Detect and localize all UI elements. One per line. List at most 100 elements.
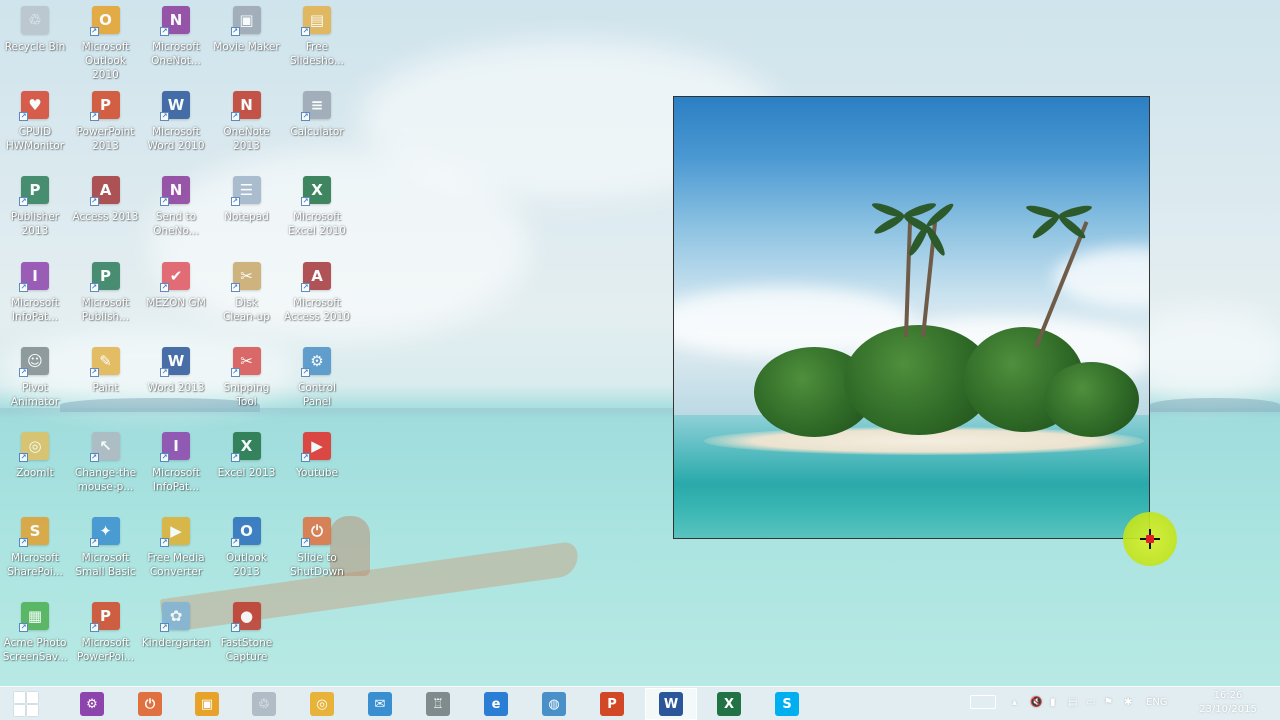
taskbar-skype[interactable]: S (761, 688, 813, 720)
desktop-icon[interactable]: P ↗ Publisher 2013 (0, 170, 70, 252)
desktop-icon[interactable]: W ↗ Microsoft Word 2010 (141, 85, 211, 167)
shortcut-arrow-icon: ↗ (160, 367, 169, 377)
media-converter-icon: ▶ ↗ (160, 517, 190, 548)
taskbar-chrome[interactable]: ◎ (296, 688, 348, 720)
desktop-icon-label: MEZON GM (146, 296, 206, 309)
action-center-flag-icon[interactable]: ⚑ (1104, 697, 1113, 708)
taskbar-student[interactable]: ♖ (412, 688, 464, 720)
chrome-icon: ◎ (310, 692, 334, 716)
desktop-icon[interactable]: ♥ ↗ CPUID HWMonitor (0, 85, 70, 167)
shortcut-arrow-icon: ↗ (89, 27, 99, 36)
mezon-icon: ✔ ↗ (160, 261, 190, 292)
taskbar-word[interactable]: W (645, 688, 697, 720)
desktop-icon[interactable]: ▣ ↗ Movie Maker (212, 0, 282, 82)
desktop-icon[interactable]: N ↗ Microsoft OneNot... (141, 0, 211, 82)
island-image-preview[interactable] (673, 96, 1150, 539)
desktop-icon[interactable]: ✂ ↗ Snipping Tool (212, 341, 282, 423)
shortcut-arrow-icon: ↗ (160, 112, 169, 122)
desktop-icon-label: Microsoft Publish... (81, 296, 130, 323)
desktop-icon[interactable]: P ↗ Microsoft PowerPoi... (71, 596, 141, 678)
shortcut-arrow-icon: ↗ (19, 538, 28, 548)
taskbar-globe[interactable]: ◍ (528, 688, 580, 720)
infopath-icon: I ↗ (19, 261, 49, 292)
desktop-icon[interactable]: ✔ ↗ MEZON GM (141, 256, 211, 338)
desktop-icon[interactable]: ↖ ↗ Change-the mouse-p... (71, 426, 141, 508)
desktop-icon[interactable]: X ↗ Microsoft Excel 2010 (282, 170, 352, 252)
desktop-icon[interactable]: X ↗ Excel 2013 (212, 426, 282, 508)
desktop-icon[interactable]: N ↗ OneNote 2013 (212, 85, 282, 167)
taskbar-powerpoint[interactable]: P (586, 688, 638, 720)
desktop-icon-label: Publisher 2013 (10, 211, 60, 238)
taskbar-shutdown[interactable]: ⏻ (124, 688, 176, 720)
desktop-icon[interactable]: ⚙ ↗ Control Panel (282, 341, 352, 423)
desktop-icon[interactable]: ✎ ↗ Paint (71, 341, 141, 423)
volume-muted-icon[interactable]: 🔇 (1030, 697, 1042, 708)
taskbar-recycle-bin[interactable]: ♲ (238, 688, 290, 720)
desktop-icon-label: Microsoft Outlook 2010 (81, 41, 130, 81)
taskbar-internet-explorer[interactable]: e (470, 688, 522, 720)
bluetooth-icon[interactable]: ✱ (1124, 697, 1132, 708)
language-indicator[interactable]: ENG (1146, 697, 1168, 708)
desktop-icon-label: Movie Maker (213, 41, 280, 53)
desktop-icon[interactable]: ▶ ↗ Free Media Converter (141, 511, 211, 593)
desktop-icon[interactable]: P ↗ Microsoft Publish... (71, 256, 141, 338)
word-icon: W ↗ (160, 346, 190, 377)
mouse-pointer-icon: ↖ ↗ (89, 432, 120, 462)
taskbar-excel[interactable]: X (703, 688, 755, 720)
shortcut-arrow-icon: ↗ (19, 623, 28, 633)
control-panel-icon: ⚙ ↗ (301, 346, 331, 377)
desktop-icon[interactable]: ▤ ↗ Free Slidesho... (282, 0, 352, 82)
touch-keyboard-icon[interactable] (970, 695, 996, 709)
desktop-icon[interactable]: O ↗ Outlook 2013 (212, 511, 282, 593)
desktop-icon[interactable]: I ↗ Microsoft InfoPat... (0, 256, 70, 338)
desktop-icon[interactable]: I ↗ Microsoft InfoPat... (141, 426, 211, 508)
shortcut-arrow-icon: ↗ (19, 112, 28, 122)
desktop-icon[interactable]: ◎ ↗ ZoomIt (0, 426, 70, 508)
word-icon: W (659, 692, 683, 716)
globe-icon: ◍ (542, 692, 566, 716)
system-tray: ▴ 🔇 ▮ ▤ ▭ ⚑ ✱ ENG 16:26 23/10/2015 (960, 687, 1280, 720)
powerpoint-icon: P ↗ (89, 91, 120, 122)
desktop-icon[interactable]: ☰ ↗ Notepad (212, 170, 282, 252)
start-button[interactable] (0, 688, 52, 720)
shortcut-arrow-icon: ↗ (230, 453, 240, 462)
desktop-icon-label: Outlook 2013 (226, 552, 267, 579)
desktop-icon[interactable]: S ↗ Microsoft SharePoi... (0, 511, 70, 593)
network-icon[interactable]: ▮ (1050, 697, 1056, 708)
paint-icon: ✎ ↗ (89, 346, 120, 377)
desktop-icon[interactable]: ▦ ↗ Acme Photo ScreenSav... (0, 596, 70, 678)
desktop-icon[interactable]: N ↗ Send to OneNo... (141, 170, 211, 252)
network-adapter-icon[interactable]: ▤ (1068, 697, 1077, 708)
desktop-icon-label: OneNote 2013 (223, 126, 270, 153)
desktop-icon[interactable]: ✂ ↗ Disk Clean-up (212, 256, 282, 338)
desktop-icon[interactable]: ▶ ↗ Youtube (282, 426, 352, 508)
small-basic-icon: ✦ ↗ (89, 517, 120, 548)
desktop-icon[interactable]: W ↗ Word 2013 (141, 341, 211, 423)
gear-icon: ⚙ (80, 692, 104, 716)
desktop-icon[interactable]: ⏻ ↗ Slide to ShutDown (282, 511, 352, 593)
desktop-icon[interactable]: P ↗ PowerPoint 2013 (71, 85, 141, 167)
desktop-icon-label: Pivot Animator (10, 381, 60, 408)
shortcut-arrow-icon: ↗ (301, 453, 310, 462)
clock[interactable]: 16:26 23/10/2015 (1198, 689, 1258, 717)
calculator-icon: ≡ ↗ (301, 91, 331, 122)
desktop-icon[interactable]: ≡ ↗ Calculator (282, 85, 352, 167)
desktop-icon[interactable]: ♲ Recycle Bin (0, 0, 70, 82)
taskbar-mail[interactable]: ✉ (354, 688, 406, 720)
photo-screensaver-icon: ▦ ↗ (19, 602, 49, 633)
desktop-icon[interactable]: ● ↗ FastStone Capture (212, 596, 282, 678)
desktop-icon[interactable]: A ↗ Microsoft Access 2010 (282, 256, 352, 338)
taskbar-settings[interactable]: ⚙ (66, 688, 118, 720)
show-hidden-icons-icon[interactable]: ▴ (1012, 697, 1017, 708)
display-icon[interactable]: ▭ (1086, 697, 1095, 708)
graduation-cap-icon: ♖ (426, 692, 450, 716)
desktop-icon[interactable]: ✿ ↗ Kindergarten (141, 596, 211, 678)
desktop-icon-label: CPUID HWMonitor (5, 126, 65, 153)
desktop-icon[interactable]: O ↗ Microsoft Outlook 2010 (71, 0, 141, 82)
desktop-icon-label: Word 2013 (147, 381, 205, 394)
kindergarten-icon: ✿ ↗ (160, 602, 190, 633)
desktop-icon[interactable]: A ↗ Access 2013 (71, 170, 141, 252)
taskbar-picture-tool[interactable]: ▣ (181, 688, 233, 720)
desktop-icon[interactable]: ✦ ↗ Microsoft Small Basic (71, 511, 141, 593)
desktop-icon[interactable]: ☺ ↗ Pivot Animator (0, 341, 70, 423)
